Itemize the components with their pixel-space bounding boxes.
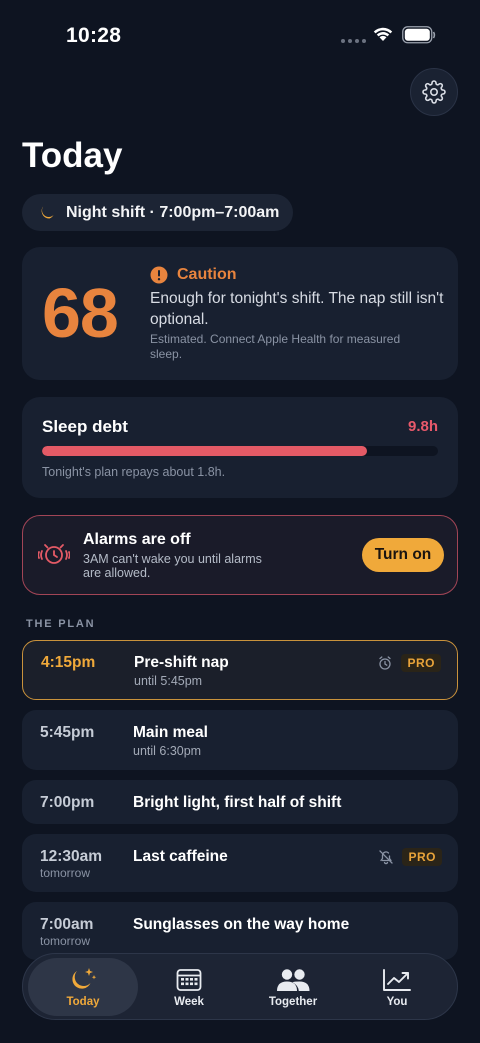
battery-icon [402,26,436,44]
tab-label: Today [66,996,100,1008]
tab-label: You [386,996,408,1008]
alarm-clock-icon [379,656,391,670]
sleep-debt-note: Tonight's plan repays about 1.8h. [42,465,226,479]
tab-label: Together [268,996,318,1008]
plan-item-title: Bright light, first half of shift [133,794,342,811]
alarm-title: Alarms are off [83,531,191,548]
page-title: Today [22,136,123,175]
plan-item-title: Sunglasses on the way home [133,916,350,933]
sleep-debt-title: Sleep debt [42,417,128,436]
plan-item-time: 7:00pm [40,794,95,811]
tab-today[interactable]: Today [28,958,138,1016]
pro-badge: PRO [401,654,441,672]
plan-item-title: Main meal [133,724,208,741]
warning-icon [150,266,168,284]
sleep-debt-card[interactable]: Sleep debt 9.8h Tonight's plan repays ab… [22,397,458,498]
plan-item-time: 7:00am [40,916,94,933]
sleep-debt-bar [42,446,438,456]
alarm-subtitle: 3AM can't wake you until alarms are allo… [83,552,262,580]
sleep-debt-bar-fill [42,446,367,456]
turn-on-alarms-button[interactable]: Turn on [362,538,444,572]
plan-item-title: Last caffeine [133,848,228,865]
alarm-ringing-icon [38,544,70,564]
pro-badge: PRO [402,848,442,866]
plan-item-last-caffeine[interactable]: 12:30am tomorrow Last caffeine PRO [22,834,458,892]
plan-item-sunglasses[interactable]: 7:00am tomorrow Sunglasses on the way ho… [22,902,458,960]
gear-icon [422,80,446,104]
moon-icon [41,205,54,219]
people-icon [277,969,310,991]
tab-label: Week [174,996,204,1008]
plan-item-until: until 6:30pm [133,744,202,758]
plan-item-bright-light[interactable]: 7:00pm Bright light, first half of shift [22,780,458,824]
tab-together[interactable]: Together [238,958,348,1016]
shift-selector[interactable]: Night shift · 7:00pm–7:00am [22,194,293,231]
shift-label: Night shift · 7:00pm–7:00am [66,203,280,221]
readiness-card[interactable]: 68 Caution Enough for tonight's shift. T… [22,247,458,380]
trend-chart-icon [383,969,411,991]
tab-bar: Today Week Together You [22,953,458,1020]
plan-item-pre-shift-nap[interactable]: 4:15pm Pre-shift nap until 5:45pm PRO [22,640,458,700]
plan-item-time: 12:30am [40,848,103,865]
readiness-score: 68 [42,274,119,352]
plan-section-label: THE PLAN [26,618,96,630]
status-bar: 10:28 [0,0,480,72]
plan-item-title: Pre-shift nap [134,654,229,671]
plan-item-when: tomorrow [40,866,91,880]
readiness-message: Enough for tonight's shift. The nap stil… [150,290,444,328]
alarm-warning-card: Alarms are off 3AM can't wake you until … [22,515,458,595]
plan-item-main-meal[interactable]: 5:45pm Main meal until 6:30pm [22,710,458,770]
wifi-icon [373,27,393,41]
readiness-note: Estimated. Connect Apple Health for meas… [150,332,401,361]
settings-button[interactable] [410,68,458,116]
signal-icon [341,39,366,43]
tab-you[interactable]: You [342,958,452,1016]
tab-week[interactable]: Week [134,958,244,1016]
status-time: 10:28 [66,24,122,47]
plan-item-until: until 5:45pm [134,674,203,688]
sleep-debt-value: 9.8h [407,418,438,435]
plan-item-time: 4:15pm [41,654,96,671]
readiness-status: Caution [177,266,237,283]
plan-item-time: 5:45pm [40,724,95,741]
bell-off-icon [379,850,393,865]
moon-stars-icon [72,968,97,989]
plan-item-when: tomorrow [40,934,91,948]
calendar-icon [176,969,202,991]
